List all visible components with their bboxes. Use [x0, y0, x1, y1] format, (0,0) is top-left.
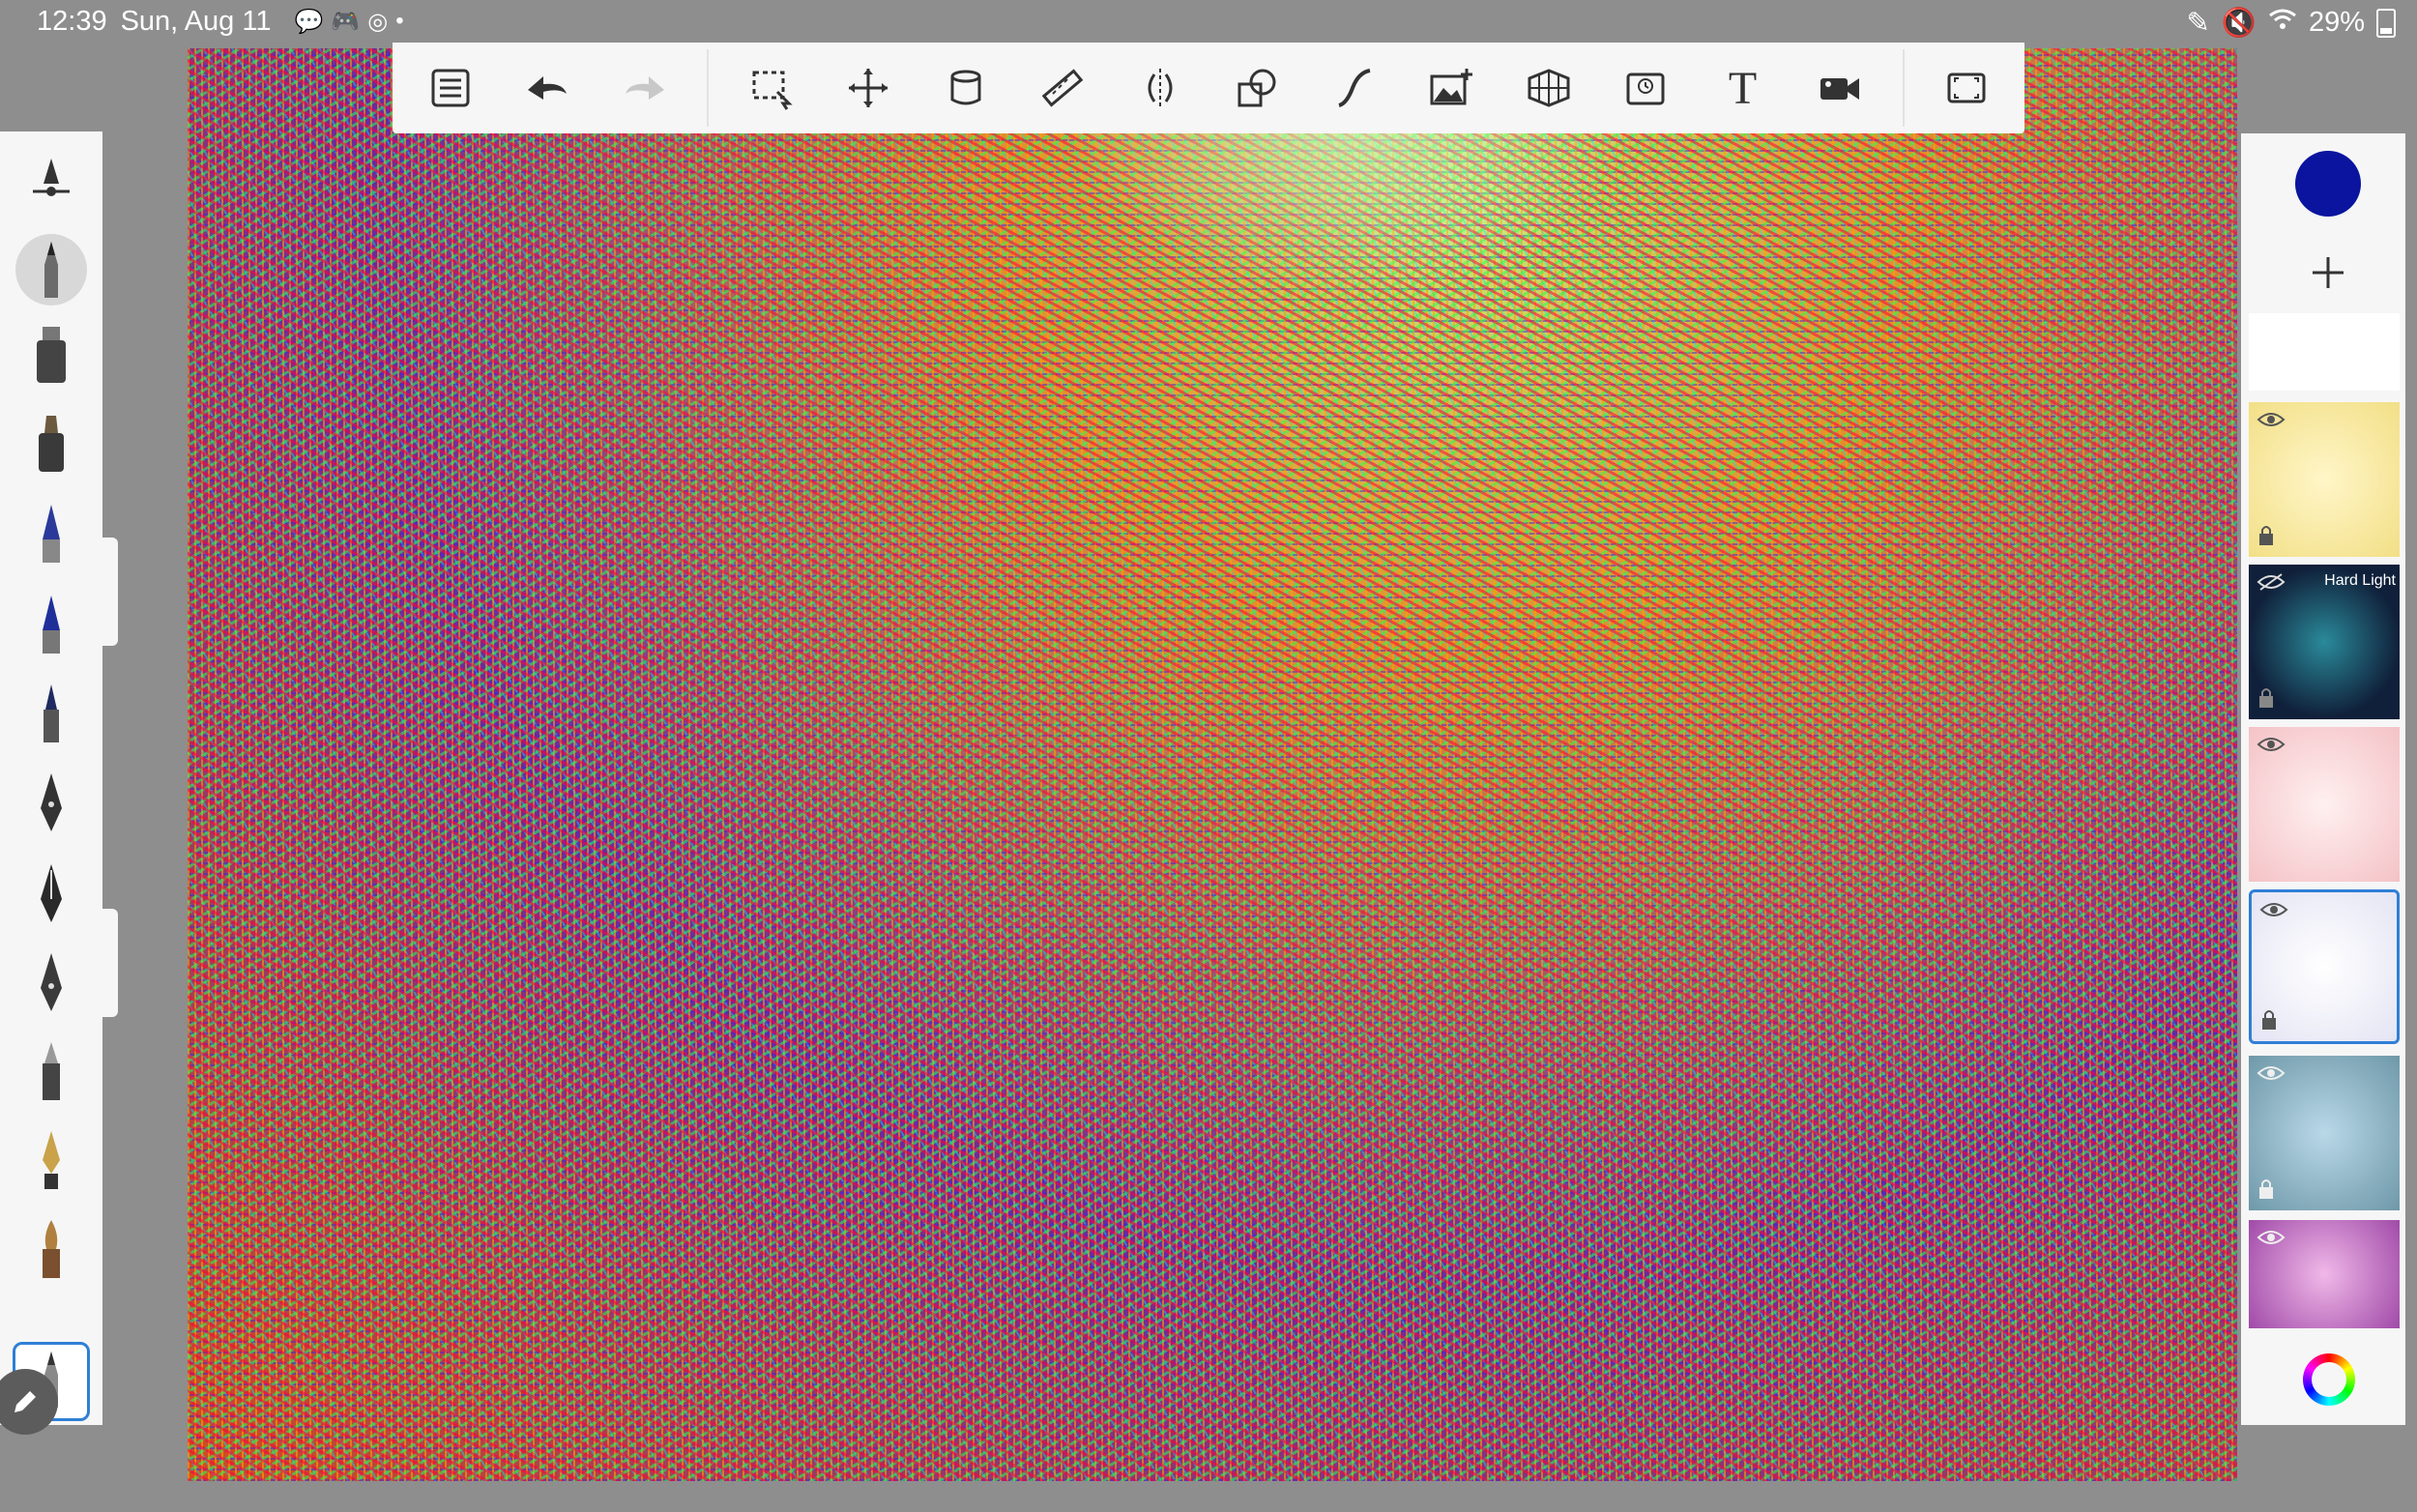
status-bar: 12:39 Sun, Aug 11 💬 🎮 ◎ • ✎ 🔇 29%	[0, 0, 2417, 44]
fill-bucket-icon[interactable]	[931, 53, 1001, 123]
marker-icon[interactable]	[13, 404, 90, 483]
brush-opacity-slider[interactable]	[102, 909, 118, 1017]
layers-panel: Hard Light	[2241, 133, 2405, 1425]
transform-icon[interactable]	[833, 53, 903, 123]
visibility-eye-icon	[2257, 413, 2286, 426]
status-right: ✎ 🔇 29%	[2187, 6, 2396, 40]
symmetry-icon[interactable]	[1125, 53, 1195, 123]
lock-icon	[2259, 526, 2273, 545]
color-wheel-icon[interactable]	[2303, 1353, 2355, 1406]
time-lapse-icon[interactable]	[1611, 53, 1680, 123]
pencil-edit-icon	[15, 1391, 36, 1412]
curve-icon[interactable]	[1320, 53, 1389, 123]
status-left: 12:39 Sun, Aug 11 💬 🎮 ◎ •	[37, 6, 404, 38]
lock-icon	[2262, 1010, 2276, 1030]
perspective-grid-icon[interactable]	[1514, 53, 1584, 123]
lock-icon	[2259, 688, 2273, 708]
airbrush-icon[interactable]	[13, 315, 90, 394]
layers-list-icon[interactable]	[416, 53, 485, 123]
paint-brush-icon[interactable]	[13, 1210, 90, 1290]
hidden-eye-icon	[2257, 573, 2286, 591]
pen-blue-2-icon[interactable]	[13, 586, 90, 665]
brush-panel	[0, 131, 102, 1435]
undo-icon[interactable]	[512, 53, 582, 123]
redo-icon[interactable]	[610, 53, 680, 123]
fountain-pen-icon[interactable]	[13, 1121, 90, 1201]
blend-mode-label: Hard Light	[2324, 572, 2396, 589]
ruler-icon[interactable]	[1028, 53, 1097, 123]
dot-icon: •	[395, 8, 404, 34]
drawing-canvas[interactable]	[188, 48, 2237, 1481]
edit-pencil-button[interactable]	[0, 1369, 58, 1435]
visibility-eye-icon	[2257, 1066, 2286, 1080]
battery-icon	[2376, 8, 2396, 38]
battery-level: 29%	[2308, 7, 2365, 38]
discord-icon: 🎮	[331, 9, 361, 35]
visibility-eye-icon	[2259, 903, 2288, 916]
clock: 12:39	[37, 6, 107, 37]
layer-background[interactable]	[2249, 313, 2400, 391]
brush-settings-icon[interactable]	[13, 145, 90, 224]
toolbar-divider	[707, 49, 710, 127]
text-glyph: T	[1728, 62, 1758, 114]
lock-icon	[2259, 1179, 2273, 1199]
layer-yellow[interactable]	[2249, 402, 2400, 557]
pen-blue-icon[interactable]	[13, 495, 90, 574]
layer-lavender-mandala[interactable]	[2249, 889, 2400, 1044]
layer-dark-mandala[interactable]: Hard Light	[2249, 565, 2400, 719]
layer-pink-mandala[interactable]	[2249, 727, 2400, 882]
date: Sun, Aug 11	[120, 6, 272, 37]
nib-pen-icon[interactable]	[13, 944, 90, 1023]
layer-teal-mandala[interactable]	[2249, 1056, 2400, 1210]
current-color-swatch[interactable]	[2295, 151, 2361, 217]
shapes-icon[interactable]	[1222, 53, 1292, 123]
fineliner-icon[interactable]	[13, 675, 90, 754]
brush-size-slider[interactable]	[102, 538, 118, 646]
sync-icon: ◎	[367, 9, 389, 35]
add-image-icon[interactable]	[1416, 53, 1486, 123]
video-record-icon[interactable]	[1805, 53, 1875, 123]
add-layer-button[interactable]	[2297, 242, 2359, 304]
calligraphy-pen-icon[interactable]	[13, 855, 90, 934]
visibility-eye-icon	[2257, 1231, 2286, 1244]
layer-magenta-mandala[interactable]	[2249, 1220, 2400, 1328]
fullscreen-icon[interactable]	[1932, 53, 2001, 123]
felt-tip-icon[interactable]	[13, 1032, 90, 1112]
messenger-icon: 💬	[294, 9, 324, 35]
visibility-eye-icon	[2257, 738, 2286, 751]
pencil-icon[interactable]	[13, 232, 90, 311]
wifi-icon	[2268, 7, 2297, 39]
pen-icon: ✎	[2186, 8, 2210, 39]
top-toolbar: T	[393, 43, 2024, 133]
toolbar-divider	[1902, 49, 1905, 127]
mute-icon: 🔇	[2221, 7, 2257, 39]
text-icon[interactable]: T	[1708, 53, 1778, 123]
plus-icon	[2313, 257, 2344, 288]
selection-icon[interactable]	[737, 53, 806, 123]
ink-pen-icon[interactable]	[13, 764, 90, 843]
